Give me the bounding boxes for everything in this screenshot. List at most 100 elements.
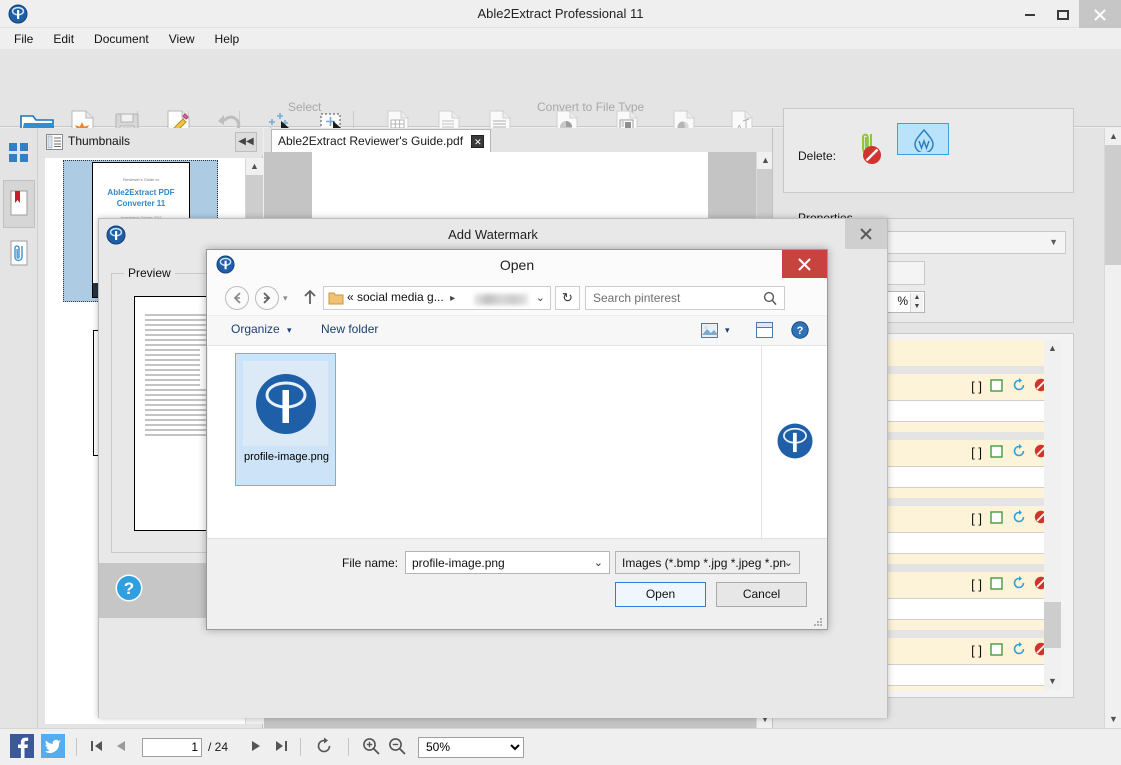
- close-button[interactable]: [1079, 0, 1121, 28]
- rail-button-bookmarks[interactable]: [3, 180, 35, 228]
- scroll-down-icon[interactable]: ▼: [1044, 673, 1061, 690]
- right-panel-scrollbar[interactable]: ▲ ▼: [1104, 128, 1121, 728]
- watermark-tool-button[interactable]: [897, 123, 949, 155]
- brackets-icon[interactable]: [ ]: [971, 445, 982, 460]
- watermark-help-button[interactable]: ?: [114, 573, 144, 606]
- spinner-arrows-icon[interactable]: ▲▼: [910, 293, 923, 312]
- new-folder-button[interactable]: New folder: [321, 322, 378, 336]
- brackets-icon[interactable]: [ ]: [971, 643, 982, 658]
- zoom-in-button[interactable]: [362, 729, 380, 765]
- cancel-button[interactable]: Cancel: [716, 582, 807, 607]
- menu-bar: File Edit Document View Help: [0, 29, 1121, 49]
- search-magnifier-icon[interactable]: [763, 291, 777, 309]
- open-dialog-help-button[interactable]: ?: [791, 321, 809, 342]
- open-dialog-close-button[interactable]: [782, 250, 827, 278]
- zoom-level-select[interactable]: 50%: [418, 736, 524, 758]
- square-icon[interactable]: [990, 642, 1004, 659]
- file-list[interactable]: profile-image.png: [208, 346, 761, 538]
- twitter-button[interactable]: [41, 729, 65, 765]
- annotation-row-actions[interactable]: [ ]: [966, 378, 1048, 395]
- refresh-icon: ↻: [562, 290, 573, 305]
- resize-grip-icon[interactable]: [813, 616, 823, 626]
- up-button[interactable]: [303, 288, 317, 309]
- list-item[interactable]: profile-image.png: [235, 353, 336, 486]
- scroll-up-icon[interactable]: ▲: [1044, 340, 1061, 357]
- rail-button-grid-view[interactable]: [3, 130, 35, 178]
- chevron-down-icon[interactable]: ⌄: [594, 556, 603, 569]
- menu-item-view[interactable]: View: [159, 29, 205, 49]
- refresh-icon[interactable]: [1012, 510, 1026, 527]
- document-tab[interactable]: Able2Extract Reviewer's Guide.pdf ✕: [271, 129, 492, 152]
- file-type-select[interactable]: Images (*.bmp *.jpg *.jpeg *.pn ⌄: [615, 551, 800, 574]
- menu-item-edit[interactable]: Edit: [43, 29, 84, 49]
- file-type-value: Images (*.bmp *.jpg *.jpeg *.pn: [622, 556, 787, 570]
- refresh-button[interactable]: ↻: [555, 286, 580, 310]
- brackets-icon[interactable]: [ ]: [971, 379, 982, 394]
- first-page-button[interactable]: [90, 729, 104, 765]
- brackets-icon[interactable]: [ ]: [971, 577, 982, 592]
- breadcrumb[interactable]: « social media g... ▸: [347, 290, 458, 304]
- chevron-down-icon[interactable]: ⌄: [784, 556, 793, 569]
- status-separator: [348, 738, 349, 756]
- collapse-panel-button[interactable]: ◀◀: [235, 132, 257, 152]
- refresh-icon[interactable]: [1012, 642, 1026, 659]
- refresh-icon[interactable]: [1012, 576, 1026, 593]
- delete-forbidden-icon[interactable]: [862, 145, 882, 168]
- annotation-row-actions[interactable]: [ ]: [966, 444, 1048, 461]
- search-box[interactable]: Search pinterest: [585, 286, 785, 310]
- annotation-row-actions[interactable]: [ ]: [966, 510, 1048, 527]
- menu-item-file[interactable]: File: [4, 29, 43, 49]
- minimize-button[interactable]: [1013, 0, 1046, 28]
- properties-dropdown[interactable]: ▼: [879, 231, 1066, 254]
- page-number-input[interactable]: [142, 737, 202, 757]
- scroll-up-icon[interactable]: ▲: [246, 158, 263, 175]
- last-page-button[interactable]: [274, 729, 288, 765]
- scrollbar-thumb[interactable]: [1044, 602, 1061, 648]
- annotation-list-scrollbar[interactable]: ▲ ▼: [1044, 340, 1061, 690]
- rotate-button[interactable]: [315, 729, 333, 765]
- breadcrumb-blurred-segment[interactable]: [474, 294, 528, 305]
- close-icon: [798, 258, 811, 271]
- file-preview-pane: [761, 346, 827, 538]
- organize-button[interactable]: Organize ▾: [231, 322, 292, 336]
- view-mode-button[interactable]: [701, 323, 718, 341]
- back-button[interactable]: [225, 286, 249, 310]
- open-button[interactable]: Open: [615, 582, 706, 607]
- chevron-down-icon[interactable]: ⌄: [536, 291, 545, 304]
- square-icon[interactable]: [990, 444, 1004, 461]
- square-icon[interactable]: [990, 378, 1004, 395]
- status-separator: [300, 738, 301, 756]
- refresh-icon[interactable]: [1012, 378, 1026, 395]
- preview-pane-button[interactable]: [756, 322, 773, 341]
- address-bar[interactable]: « social media g... ▸ ⌄: [323, 286, 551, 310]
- scroll-down-icon[interactable]: ▼: [1105, 711, 1121, 728]
- view-mode-caret-icon[interactable]: ▾: [725, 325, 730, 336]
- square-icon[interactable]: [990, 576, 1004, 593]
- forward-button[interactable]: [255, 286, 279, 310]
- prev-page-button[interactable]: [115, 729, 127, 765]
- svg-text:?: ?: [124, 579, 134, 598]
- facebook-button[interactable]: [10, 729, 34, 765]
- scroll-up-icon[interactable]: ▲: [1105, 128, 1121, 145]
- history-dropdown-icon[interactable]: ▾: [283, 293, 288, 304]
- add-watermark-close-button[interactable]: [845, 219, 887, 249]
- breadcrumb-segment[interactable]: « social media g...: [347, 290, 444, 304]
- annotation-row-actions[interactable]: [ ]: [966, 576, 1048, 593]
- refresh-icon[interactable]: [1012, 444, 1026, 461]
- maximize-button[interactable]: [1046, 0, 1079, 28]
- svg-text:?: ?: [797, 325, 804, 337]
- square-icon[interactable]: [990, 510, 1004, 527]
- next-page-button[interactable]: [250, 729, 262, 765]
- brackets-icon[interactable]: [ ]: [971, 511, 982, 526]
- zoom-out-button[interactable]: [388, 729, 406, 765]
- cancel-button-label: Cancel: [742, 587, 781, 601]
- annotation-row-actions[interactable]: [ ]: [966, 642, 1048, 659]
- rail-button-attachments[interactable]: [3, 230, 35, 278]
- back-arrow-icon: [233, 292, 241, 304]
- tab-close-icon[interactable]: ✕: [471, 135, 485, 149]
- scrollbar-thumb[interactable]: [1105, 145, 1121, 265]
- menu-item-help[interactable]: Help: [205, 29, 250, 49]
- rotate-icon: [315, 737, 333, 758]
- menu-item-document[interactable]: Document: [84, 29, 159, 49]
- file-name-input[interactable]: profile-image.png ⌄: [405, 551, 610, 574]
